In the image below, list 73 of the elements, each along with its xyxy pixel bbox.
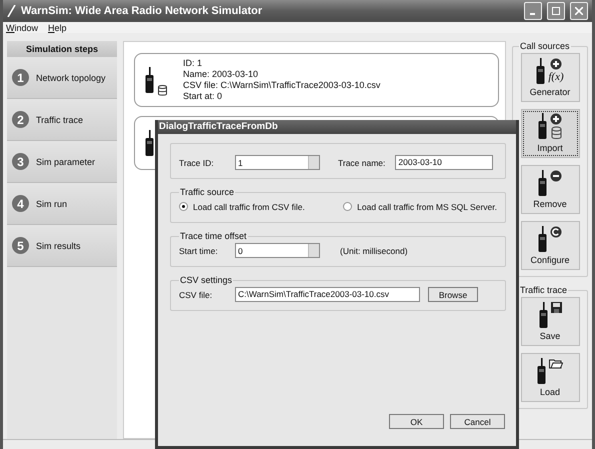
step-item[interactable]: 5 Sim results [7,225,117,267]
step-label: Sim results [36,240,81,250]
step-label: Traffic trace [36,114,84,124]
minimize-button[interactable] [524,2,542,20]
close-icon [575,7,583,15]
tool-button[interactable]: Load [520,353,580,402]
tool-button[interactable]: Import [520,109,580,158]
folder-icon [549,358,563,369]
step-number: 2 [12,111,29,128]
source-detail: CSV file: C:\WarnSim\TrafficTrace2003-03-10.csv [183,80,380,91]
radio-icon [538,170,547,196]
group-title: Traffic source [179,187,236,197]
tool-button[interactable]: Configure [520,221,580,270]
group-title: CSV settings [179,275,234,285]
step-item[interactable]: 1 Network topology [7,57,117,99]
sidebar-header: Simulation steps [7,41,117,57]
tool-button[interactable]: Save [520,297,580,346]
step-label: Sim parameter [36,156,96,166]
source-detail: Name: 2003-03-10 [183,69,260,80]
database-icon [550,126,562,140]
group-title: Trace time offset [179,231,248,241]
call-source-card[interactable]: ID: 1 Name: 2003-03-10 CSV file: C:\WarnSim\TrafficTrace2003-03-10.csv Start at: 0 [134,53,499,107]
step-label: Sim run [36,198,68,208]
minus-icon [550,170,562,182]
field-label: Trace name: [338,158,386,168]
menu-item[interactable]: Help [48,22,67,32]
radio-icon [145,67,154,93]
source-detail: Start at: 0 [183,91,224,102]
tool-button[interactable]: Remove [520,165,580,214]
radio-icon [538,113,547,139]
group-title: Traffic trace [519,285,568,295]
maximize-button[interactable] [547,2,565,20]
tool-button[interactable]: f(x) Generator [520,53,580,102]
plus-icon [550,58,562,70]
menu-item[interactable]: Window [6,22,38,32]
step-number: 5 [12,237,29,254]
window-title: WarnSim: Wide Area Radio Network Simulator [21,5,264,17]
dialog-title: DialogTrafficTraceFromDb [158,120,516,134]
group-title: Call sources [519,41,571,51]
csv-file-field[interactable]: C:\WarnSim\TrafficTrace2003-03-10.csv [235,287,420,302]
radio-icon [145,130,154,156]
maximize-icon [552,7,560,15]
radio-option[interactable]: Load call traffic from MS SQL Server. [343,202,497,212]
plus-icon [550,113,562,125]
dialog-button[interactable]: Cancel [450,414,505,429]
dialog-button[interactable]: OK [389,414,444,429]
radio-icon [536,58,546,84]
step-item[interactable]: 3 Sim parameter [7,141,117,183]
app-logo-icon [7,5,16,17]
radio-button[interactable] [179,202,188,211]
field-label: Trace ID: [179,158,215,168]
step-item[interactable]: 4 Sim run [7,183,117,225]
browse-button[interactable]: Browse [428,287,478,302]
step-item[interactable]: 2 Traffic trace [7,99,117,141]
step-number: 3 [12,153,29,170]
radio-icon [538,302,548,328]
start-time-spinner[interactable]: 0 [235,243,320,258]
field-label: Start time: [179,246,219,256]
step-number: 1 [12,69,29,86]
function-label: f(x) [548,71,564,83]
radio-icon [537,358,546,384]
trace-id-spinner[interactable]: 1 [235,155,320,170]
close-button[interactable] [570,2,588,20]
radio-icon [538,226,547,252]
trace-name-field[interactable]: 2003-03-10 [395,155,494,170]
radio-option[interactable]: Load call traffic from CSV file. [179,202,305,212]
field-label: CSV file: [179,290,214,300]
unit-note: (Unit: millisecond) [340,246,408,256]
step-number: 4 [12,195,29,212]
step-label: Network topology [36,72,106,82]
database-icon [158,85,167,96]
radio-button[interactable] [343,202,352,211]
source-detail: ID: 1 [183,58,204,69]
